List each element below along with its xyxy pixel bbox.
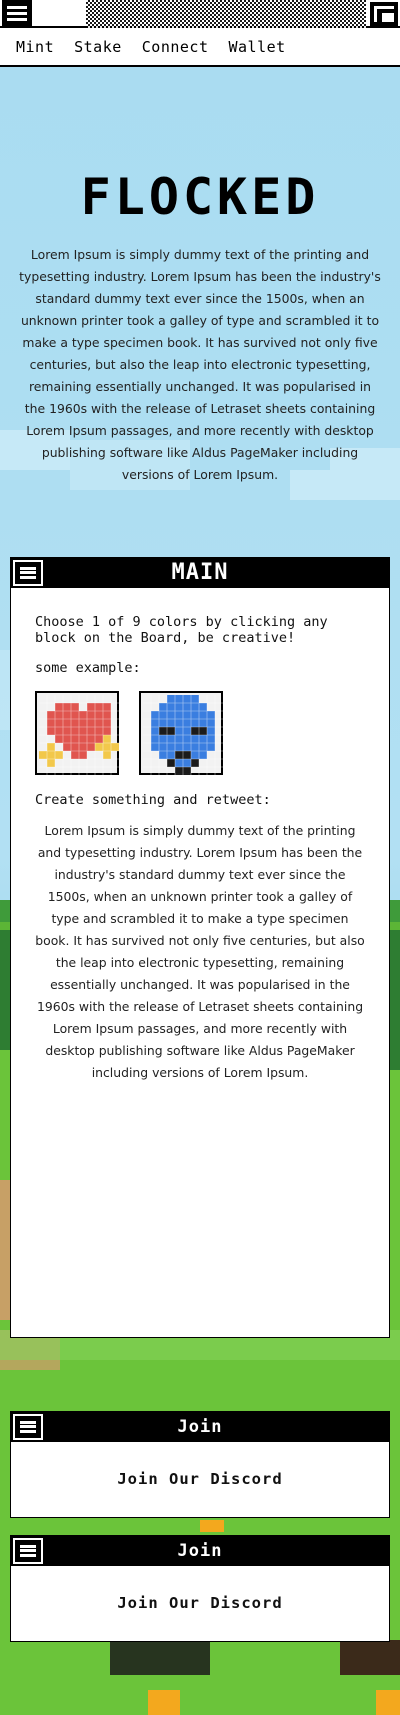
top-bar: Mint Stake Connect Wallet: [0, 0, 400, 67]
checker-pattern: [86, 0, 366, 28]
join-discord-link[interactable]: Join Our Discord: [11, 1566, 389, 1640]
retweet-label: Create something and retweet:: [35, 792, 271, 808]
nav-wallet[interactable]: Wallet: [229, 38, 286, 56]
title-bar: [0, 0, 400, 28]
hamburger-icon[interactable]: [2, 0, 32, 26]
join-window-2: Join Join Our Discord: [10, 1535, 390, 1642]
instruction-text: Choose 1 of 9 colors by clicking any blo…: [35, 614, 328, 646]
join-window-title: Join: [177, 1541, 223, 1561]
nav-stake[interactable]: Stake: [74, 38, 122, 56]
hero-title: FLOCKED: [80, 168, 320, 226]
window-resize-icon[interactable]: [370, 2, 398, 26]
main-window-header: MAIN: [11, 558, 389, 588]
example-gallery: [35, 691, 365, 775]
hero-text: Lorem Ipsum is simply dummy text of the …: [19, 247, 381, 482]
main-window-text: Lorem Ipsum is simply dummy text of the …: [35, 823, 365, 1080]
example-blob-image: [139, 691, 223, 775]
example-heart-image: [35, 691, 119, 775]
example-label: some example:: [35, 660, 141, 676]
nav-mint[interactable]: Mint: [16, 38, 54, 56]
join-window-title: Join: [177, 1417, 223, 1437]
main-window: MAIN Choose 1 of 9 colors by clicking an…: [10, 557, 390, 1338]
join-window-header: Join: [11, 1412, 389, 1442]
join-discord-link[interactable]: Join Our Discord: [11, 1442, 389, 1516]
join-window-header: Join: [11, 1536, 389, 1566]
main-window-title: MAIN: [171, 560, 229, 585]
nav-connect[interactable]: Connect: [142, 38, 209, 56]
main-nav: Mint Stake Connect Wallet: [0, 28, 400, 65]
join-window-1: Join Join Our Discord: [10, 1411, 390, 1518]
